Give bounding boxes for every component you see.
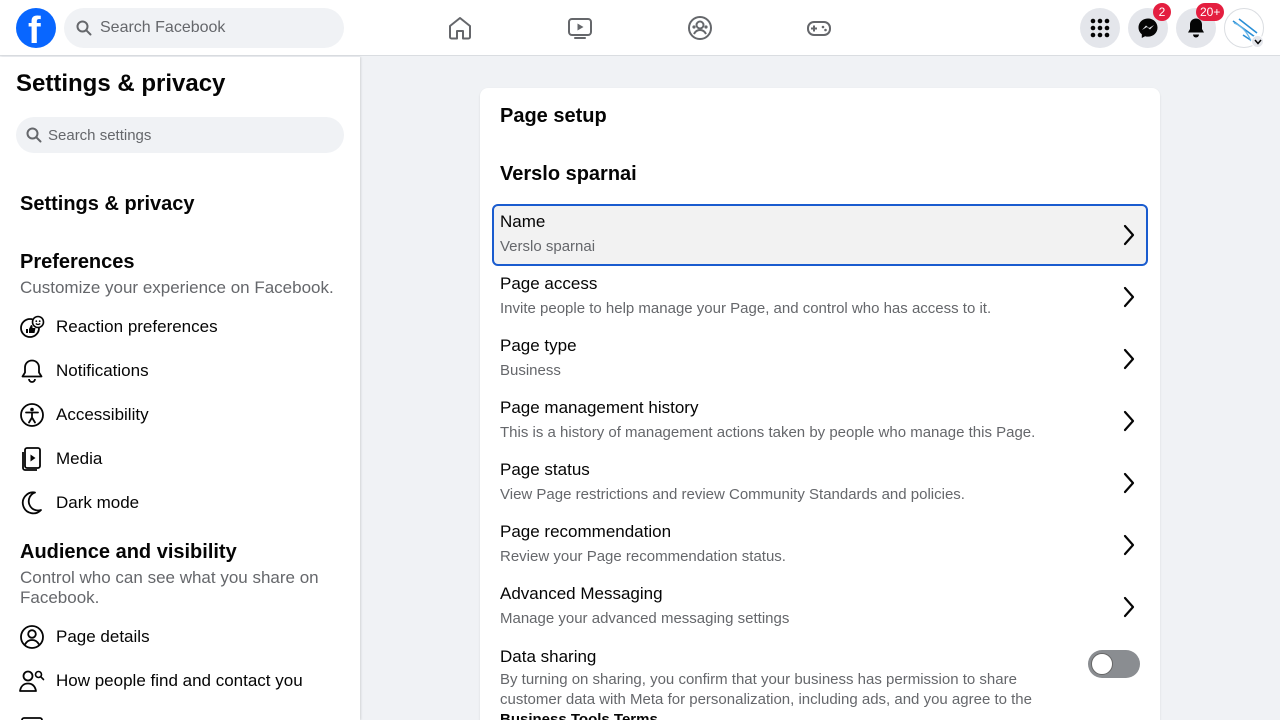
data-sharing-desc: By turning on sharing, you confirm that …	[500, 670, 1060, 720]
video-icon	[568, 18, 592, 39]
sidebar-item-label: Reaction preferences	[56, 317, 218, 336]
settings-row-page-access[interactable]: Page access Invite people to help manage…	[492, 266, 1148, 328]
data-sharing-title: Data sharing	[500, 647, 597, 666]
chevron-right-icon	[1123, 224, 1135, 246]
menu-button[interactable]	[1080, 8, 1120, 48]
data-sharing-text: By turning on sharing, you confirm that …	[500, 671, 1032, 708]
page-title: Page setup	[500, 105, 607, 127]
facebook-search-input[interactable]	[100, 8, 336, 48]
settings-row-page-recommendation[interactable]: Page recommendation Review your Page rec…	[492, 514, 1148, 576]
messenger-icon	[1138, 18, 1158, 38]
settings-search[interactable]	[16, 117, 344, 153]
home-tab[interactable]	[444, 12, 476, 44]
search-icon	[76, 20, 92, 36]
preferences-section-title: Preferences	[20, 251, 135, 273]
settings-sidebar: Settings & privacy Settings & privacy Pr…	[0, 57, 360, 720]
sidebar-item-label: Accessibility	[56, 405, 149, 424]
sidebar-item-label: Media	[56, 449, 103, 468]
sidebar-item-label: Page details	[56, 627, 150, 646]
chevron-down-icon	[1253, 39, 1262, 45]
sidebar-item-label: How people find and contact you	[56, 671, 303, 690]
settings-row-page-status[interactable]: Page status View Page restrictions and r…	[492, 452, 1148, 514]
sidebar-item-partial[interactable]	[16, 705, 344, 720]
bell-icon	[16, 357, 48, 385]
sidebar-title: Settings & privacy	[16, 70, 226, 97]
row-desc: Manage your advanced messaging settings	[500, 610, 790, 627]
reaction-icon	[16, 313, 48, 341]
preferences-section-desc: Customize your experience on Facebook.	[20, 278, 334, 297]
gaming-tab[interactable]	[803, 12, 835, 44]
sidebar-heading[interactable]: Settings & privacy	[20, 193, 195, 216]
search-icon	[26, 127, 42, 143]
messenger-button[interactable]: 2	[1128, 3, 1171, 48]
sidebar-item-label: Notifications	[56, 361, 149, 380]
settings-row-name[interactable]: Name Verslo sparnai	[492, 204, 1148, 266]
messenger-badge: 2	[1153, 3, 1171, 21]
person-circle-icon	[16, 623, 48, 651]
sidebar-item-page-details[interactable]: Page details	[16, 617, 344, 657]
people-search-icon	[16, 667, 48, 695]
notifications-badge: 20+	[1196, 3, 1225, 21]
accessibility-icon	[16, 401, 48, 429]
home-icon	[449, 17, 471, 40]
sidebar-item-reaction-preferences[interactable]: Reaction preferences	[16, 307, 344, 347]
sidebar-item-dark-mode[interactable]: Dark mode	[16, 483, 344, 523]
row-title: Page status	[500, 460, 590, 479]
notifications-button[interactable]: 20+	[1176, 3, 1225, 48]
business-tools-terms-link[interactable]: Business Tools Terms	[500, 711, 658, 720]
page-name-heading: Verslo sparnai	[500, 163, 637, 185]
media-icon	[16, 445, 48, 473]
grid-menu-icon	[1090, 18, 1110, 38]
row-desc: Business	[500, 362, 561, 379]
id-card-icon	[16, 711, 48, 720]
audience-section-title: Audience and visibility	[20, 541, 237, 563]
chevron-right-icon	[1123, 410, 1135, 432]
settings-search-input[interactable]	[48, 117, 338, 153]
data-sharing-toggle[interactable]	[1088, 650, 1140, 678]
row-desc: Invite people to help manage your Page, …	[500, 300, 992, 317]
row-desc: Review your Page recommendation status.	[500, 548, 786, 565]
chevron-right-icon	[1123, 348, 1135, 370]
row-title: Page management history	[500, 398, 699, 417]
toggle-knob	[1091, 653, 1113, 675]
sidebar-item-label: Dark mode	[56, 493, 140, 512]
sidebar-item-media[interactable]: Media	[16, 439, 344, 479]
chevron-right-icon	[1123, 596, 1135, 618]
sidebar-item-accessibility[interactable]: Accessibility	[16, 395, 344, 435]
groups-icon	[688, 16, 712, 40]
row-title: Advanced Messaging	[500, 584, 663, 603]
facebook-search[interactable]	[64, 8, 344, 48]
row-desc: View Page restrictions and review Commun…	[500, 486, 965, 503]
sidebar-item-find-and-contact[interactable]: How people find and contact you	[16, 661, 344, 701]
top-navigation-bar: f 2 20+	[0, 0, 1280, 56]
settings-row-page-type[interactable]: Page type Business	[492, 328, 1148, 390]
account-menu-chevron[interactable]	[1251, 35, 1264, 48]
row-desc: This is a history of management actions …	[500, 424, 1036, 441]
chevron-right-icon	[1123, 534, 1135, 556]
chevron-right-icon	[1123, 286, 1135, 308]
audience-section-desc: Control who can see what you share on Fa…	[20, 568, 319, 607]
facebook-logo[interactable]: f	[16, 8, 56, 48]
row-title: Name	[500, 212, 546, 231]
groups-tab[interactable]	[684, 12, 716, 44]
video-tab[interactable]	[564, 12, 596, 44]
settings-row-management-history[interactable]: Page management history This is a histor…	[492, 390, 1148, 452]
row-desc: Verslo sparnai	[500, 238, 596, 255]
sidebar-item-notifications[interactable]: Notifications	[16, 351, 344, 391]
row-title: Page access	[500, 274, 598, 293]
settings-row-advanced-messaging[interactable]: Advanced Messaging Manage your advanced …	[492, 576, 1148, 638]
row-title: Page recommendation	[500, 522, 672, 541]
moon-icon	[16, 489, 48, 517]
game-controller-icon	[807, 21, 831, 36]
row-title: Page type	[500, 336, 577, 355]
page-setup-card: Page setup Verslo sparnai Name Verslo sp…	[480, 88, 1160, 720]
chevron-right-icon	[1123, 472, 1135, 494]
